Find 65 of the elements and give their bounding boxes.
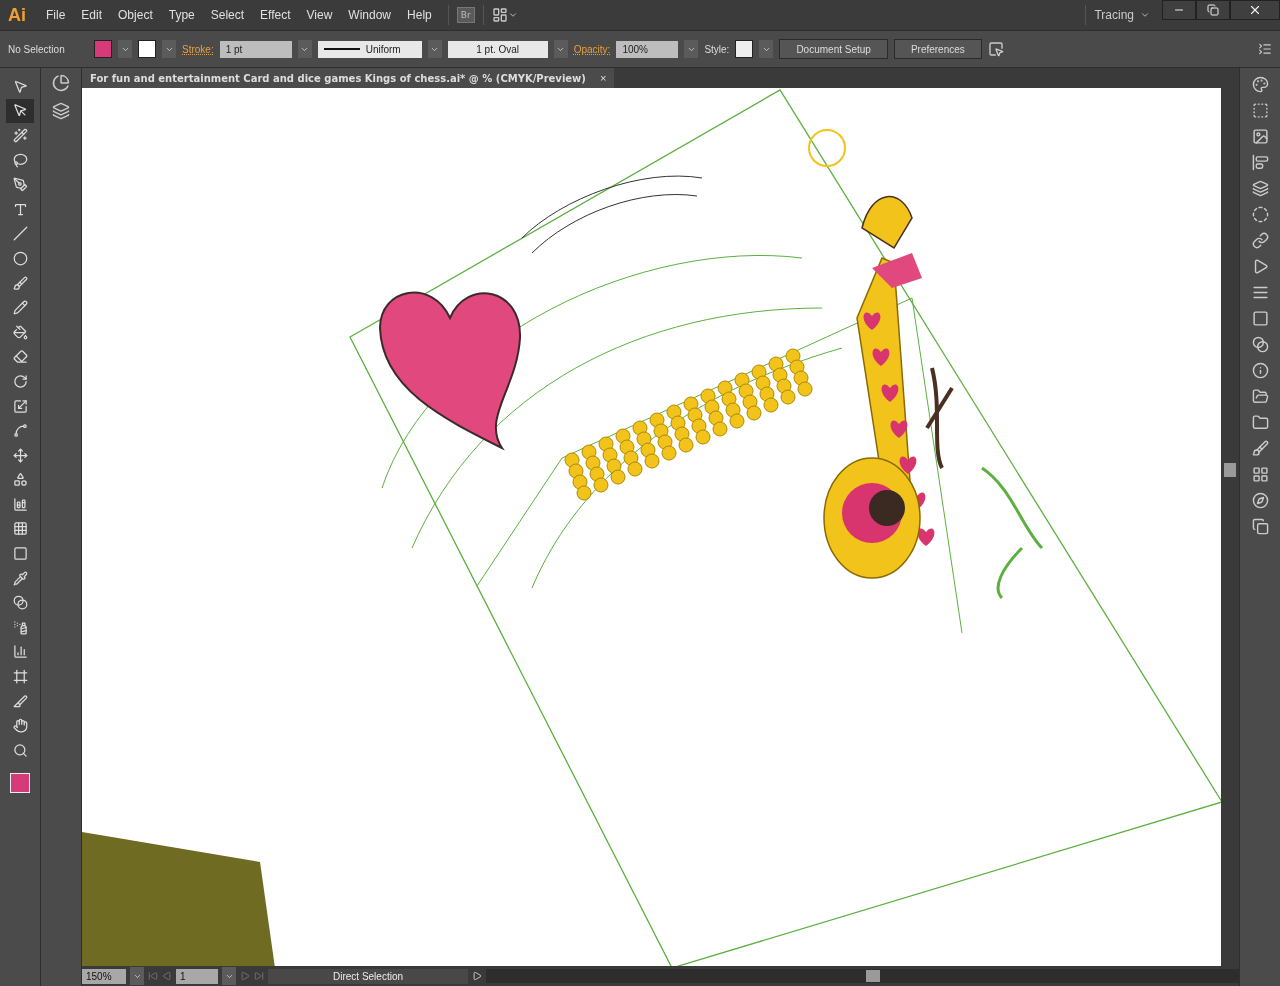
toolbar-button[interactable]: Document Setup — [779, 39, 888, 59]
direct-selection-icon[interactable] — [6, 98, 34, 124]
square-icon[interactable] — [1251, 310, 1269, 327]
dashed-square-icon[interactable] — [1251, 102, 1269, 119]
pie-icon[interactable] — [52, 74, 70, 92]
restore-button[interactable] — [1196, 0, 1230, 20]
stroke-link[interactable]: Stroke: — [182, 43, 214, 55]
blend-icon[interactable] — [1251, 336, 1269, 353]
selection-status: No Selection — [8, 43, 66, 55]
menu-item[interactable]: Effect — [252, 8, 299, 22]
menu-item[interactable]: Help — [399, 8, 440, 22]
menu-item[interactable]: Edit — [73, 8, 111, 22]
document-tab[interactable]: For fun and entertainment Card and dice games Kings of chess.ai* @ % (CMYK/Preview) × — [82, 68, 615, 88]
opacity-link[interactable]: Opacity: — [573, 43, 611, 55]
vertical-scrollbar[interactable] — [1221, 88, 1239, 966]
bridge-button[interactable]: Br — [456, 7, 475, 23]
info-icon[interactable] — [1251, 362, 1269, 379]
stroke-weight-field[interactable]: 1 pt — [219, 40, 292, 58]
artboard-field[interactable]: 1 — [176, 968, 218, 984]
toolbar-button[interactable]: Preferences — [893, 39, 982, 59]
grid-icon[interactable] — [1251, 466, 1269, 483]
brush-definition-field[interactable]: 1 pt. Oval — [447, 40, 548, 58]
current-tool-status[interactable]: Direct Selection — [268, 968, 468, 984]
status-menu-icon[interactable] — [472, 971, 482, 981]
copy-icon[interactable] — [1251, 518, 1269, 535]
menu-item[interactable]: Object — [110, 8, 161, 22]
fill-swatch[interactable] — [94, 40, 112, 58]
menu-item[interactable]: Select — [202, 8, 253, 22]
restore-icon — [1207, 4, 1219, 16]
dashed-circle-icon[interactable] — [1251, 206, 1269, 223]
close-tab-button[interactable]: × — [599, 72, 607, 84]
zoom-field[interactable]: 150% — [82, 968, 126, 984]
layers-icon[interactable] — [52, 102, 70, 120]
style-label: Style: — [704, 43, 730, 55]
scroll-thumb[interactable] — [1224, 463, 1236, 477]
close-button[interactable] — [1230, 0, 1280, 20]
arrange-documents-icon[interactable] — [491, 7, 508, 23]
stroke-profile-field[interactable]: Uniform — [317, 40, 422, 58]
scroll-thumb[interactable] — [866, 970, 880, 982]
folder-icon[interactable] — [1251, 388, 1269, 405]
caret-icon[interactable] — [1140, 10, 1150, 20]
menu-item[interactable]: View — [298, 8, 341, 22]
panel-menu-icon[interactable] — [1258, 42, 1272, 56]
layers-icon[interactable] — [1251, 180, 1269, 197]
menu-icon[interactable] — [1251, 284, 1269, 301]
menu-item[interactable]: File — [38, 8, 74, 22]
image-icon[interactable] — [1251, 128, 1269, 145]
workspace-switcher[interactable]: Tracing — [1094, 8, 1134, 22]
compass-icon[interactable] — [1251, 492, 1269, 509]
menu-item[interactable]: Window — [340, 8, 400, 22]
minimize-button[interactable] — [1162, 0, 1196, 20]
opacity-field[interactable]: 100% — [616, 40, 679, 58]
menu-item[interactable]: Type — [160, 8, 203, 22]
close-icon — [1248, 3, 1262, 17]
align-icon[interactable] — [1251, 154, 1269, 171]
folder-icon[interactable] — [1251, 414, 1269, 431]
app-logo: Ai — [7, 4, 27, 26]
fill-stroke-swatch[interactable] — [10, 772, 30, 793]
graphic-style-swatch[interactable] — [735, 40, 754, 58]
link-icon[interactable] — [1251, 232, 1269, 249]
palette-icon[interactable] — [1251, 76, 1269, 93]
brush-icon[interactable] — [1251, 440, 1269, 457]
stroke-swatch[interactable] — [138, 40, 156, 58]
horizontal-scrollbar[interactable] — [486, 969, 1239, 983]
caret-icon[interactable] — [507, 10, 518, 20]
